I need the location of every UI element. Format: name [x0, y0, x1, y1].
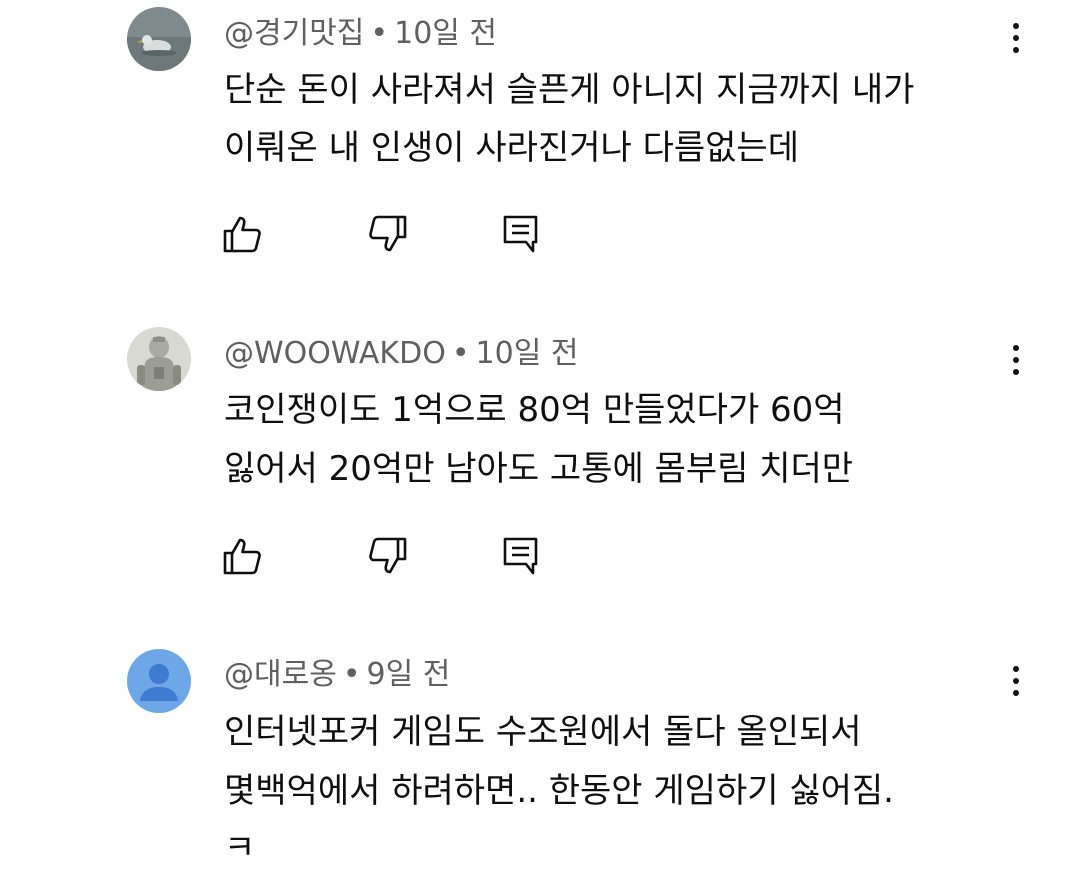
more-vert-icon[interactable]: [1000, 661, 1032, 701]
reply-comment-icon: [503, 215, 538, 253]
comment-header: @WOOWAKDO • 10일 전: [224, 336, 578, 372]
comment-text-line: 몇백억에서 하려하면.. 한동안 게임하기 싫어짐.: [224, 771, 894, 811]
comment-time[interactable]: 10일 전: [476, 336, 579, 371]
comment-time[interactable]: 9일 전: [367, 657, 451, 692]
comment-header: @대로옹 • 9일 전: [224, 657, 450, 693]
comment-text-line: 이뤄온 내 인생이 사라진거나 다름없는데: [224, 128, 799, 168]
avatar[interactable]: [127, 327, 191, 391]
thumbs-up-icon: [223, 538, 261, 575]
robot-figure-photo-avatar: [127, 327, 191, 391]
like-button[interactable]: [220, 212, 264, 256]
comment-time[interactable]: 10일 전: [394, 16, 497, 51]
default-person-avatar: [127, 649, 191, 713]
more-vert-icon[interactable]: [1000, 18, 1032, 58]
comment-author[interactable]: @경기맛집: [224, 16, 364, 51]
separator-dot: •: [370, 16, 389, 51]
comment-text-line: 잃어서 20억만 남아도 고통에 몸부림 치더만: [224, 449, 854, 489]
dislike-button[interactable]: [366, 534, 410, 578]
reply-button[interactable]: [500, 534, 544, 578]
more-vert-icon[interactable]: [1000, 340, 1032, 380]
avatar[interactable]: [127, 7, 191, 71]
thumbs-up-icon: [223, 216, 261, 253]
separator-dot: •: [451, 336, 470, 371]
duck-on-water-photo-avatar: [127, 7, 191, 71]
thumbs-down-icon: [369, 215, 407, 252]
thumbs-down-icon: [369, 537, 407, 574]
reply-comment-icon: [503, 537, 538, 575]
comment-text-line: ㅋ: [224, 828, 256, 868]
comment-header: @경기맛집 • 10일 전: [224, 16, 497, 52]
reply-button[interactable]: [500, 212, 544, 256]
avatar[interactable]: [127, 649, 191, 713]
comment-author[interactable]: @WOOWAKDO: [224, 336, 446, 371]
comment-text-line: 인터넷포커 게임도 수조원에서 돌다 올인되서: [224, 712, 862, 752]
comment-text-line: 단순 돈이 사라져서 슬픈게 아니지 지금까지 내가: [224, 70, 915, 110]
like-button[interactable]: [220, 534, 264, 578]
separator-dot: •: [342, 657, 361, 692]
comment-author[interactable]: @대로옹: [224, 657, 337, 692]
comment-text-line: 코인쟁이도 1억으로 80억 만들었다가 60억: [224, 390, 845, 430]
dislike-button[interactable]: [366, 212, 410, 256]
